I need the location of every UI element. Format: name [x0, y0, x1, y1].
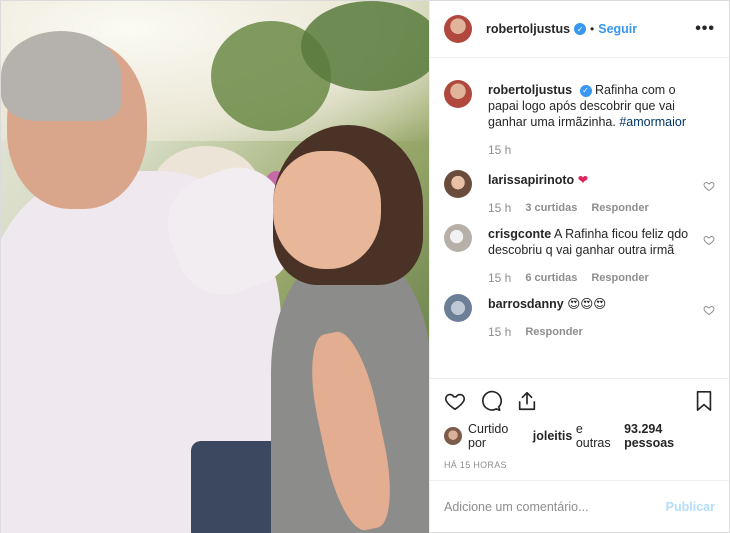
share-icon[interactable] [516, 390, 538, 412]
caption-body: robertoljustus ✓ Rafinha com o papai log… [488, 82, 715, 158]
instagram-post: robertoljustus ✓ • Seguir ••• robertolju… [0, 0, 730, 533]
caption: robertoljustus ✓ Rafinha com o papai log… [444, 80, 715, 158]
verified-badge-icon: ✓ [574, 23, 587, 35]
comment-bubble-icon[interactable] [480, 390, 502, 412]
comment-body: barrosdanny 😍😍😍 15 h Responder [488, 296, 715, 340]
caption-hashtag[interactable]: #amormaior [619, 115, 686, 129]
separator-dot: • [590, 22, 595, 36]
liker-avatar[interactable] [444, 427, 462, 445]
liker-username[interactable]: joleitis [533, 429, 573, 443]
like-comment-heart-icon[interactable] [703, 180, 715, 192]
like-comment-heart-icon[interactable] [703, 234, 715, 246]
likes-count[interactable]: 93.294 pessoas [624, 422, 715, 450]
likes-summary: Curtido por joleitis e outras 93.294 pes… [444, 422, 715, 450]
comment-body: larissapirinoto ❤ 15 h 3 curtidas Respon… [488, 172, 715, 216]
comment-item: crisgconte A Rafinha ficou feliz qdo des… [444, 224, 715, 286]
comment-meta: 15 h 3 curtidas Responder [488, 200, 691, 216]
avatar[interactable] [444, 15, 472, 43]
more-options-icon[interactable]: ••• [695, 20, 715, 38]
post-sidebar: robertoljustus ✓ • Seguir ••• robertolju… [429, 1, 729, 532]
post-photo[interactable] [1, 1, 429, 533]
action-row [444, 389, 715, 413]
comment-username[interactable]: barrosdanny [488, 297, 564, 311]
comment-meta: 15 h 6 curtidas Responder [488, 270, 691, 286]
comment-emoji: 😍😍😍 [567, 297, 607, 311]
photo-man-hair [1, 31, 121, 121]
publish-button[interactable]: Publicar [666, 500, 715, 514]
post-timestamp[interactable]: HÁ 15 HORAS [444, 460, 715, 470]
reply-button[interactable]: Responder [591, 200, 648, 216]
follow-button[interactable]: Seguir [598, 22, 637, 36]
add-comment-bar: Publicar [430, 480, 729, 532]
comment-username[interactable]: crisgconte [488, 227, 551, 241]
caption-time[interactable]: 15 h [488, 142, 511, 158]
comment-time[interactable]: 15 h [488, 324, 511, 340]
avatar[interactable] [444, 224, 472, 252]
like-heart-icon[interactable] [444, 390, 466, 412]
photo-girl-face [273, 151, 381, 269]
reply-button[interactable]: Responder [525, 324, 582, 340]
photo-tree [301, 1, 429, 91]
avatar[interactable] [444, 294, 472, 322]
header-username[interactable]: robertoljustus [486, 22, 570, 36]
comment-username[interactable]: larissapirinoto [488, 173, 574, 187]
likes-middle: e outras [575, 422, 611, 450]
comment-likes-count[interactable]: 3 curtidas [525, 200, 577, 216]
comments-list: robertoljustus ✓ Rafinha com o papai log… [430, 58, 729, 378]
caption-meta: 15 h [488, 142, 691, 158]
avatar[interactable] [444, 170, 472, 198]
comment-time[interactable]: 15 h [488, 270, 511, 286]
bookmark-save-icon[interactable] [693, 390, 715, 412]
reply-button[interactable]: Responder [591, 270, 648, 286]
avatar[interactable] [444, 80, 472, 108]
like-comment-heart-icon[interactable] [703, 304, 715, 316]
comment-likes-count[interactable]: 6 curtidas [525, 270, 577, 286]
likes-prefix: Curtido por [468, 422, 509, 450]
caption-username[interactable]: robertoljustus [488, 83, 572, 97]
comment-item: barrosdanny 😍😍😍 15 h Responder [444, 294, 715, 340]
comment-time[interactable]: 15 h [488, 200, 511, 216]
comment-input[interactable] [444, 499, 666, 514]
comment-item: larissapirinoto ❤ 15 h 3 curtidas Respon… [444, 170, 715, 216]
post-actions: Curtido por joleitis e outras 93.294 pes… [430, 378, 729, 480]
comment-emoji: ❤ [577, 173, 589, 187]
verified-badge-icon: ✓ [579, 84, 592, 97]
comment-meta: 15 h Responder [488, 324, 691, 340]
post-header: robertoljustus ✓ • Seguir ••• [430, 1, 729, 58]
comment-body: crisgconte A Rafinha ficou feliz qdo des… [488, 226, 715, 286]
